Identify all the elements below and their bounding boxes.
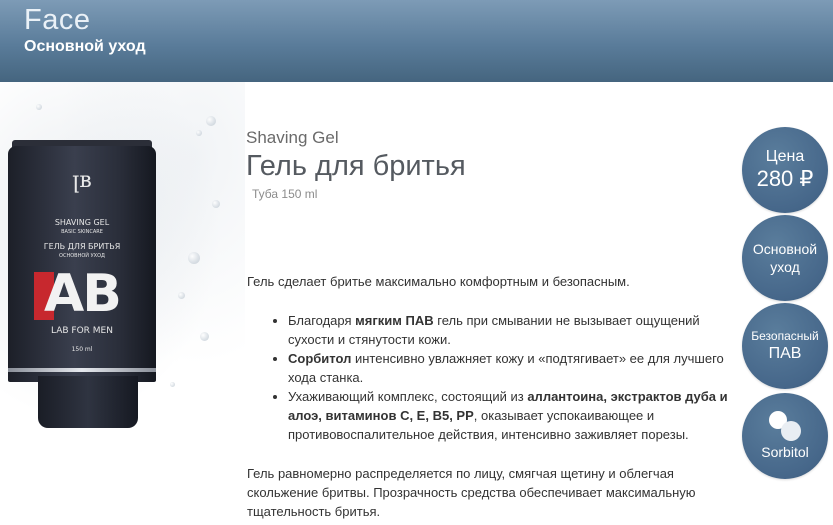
benefits-list: Благодаря мягким ПАВ гель при смывании н…	[272, 311, 728, 444]
category-subtitle: Основной уход	[24, 38, 146, 55]
tube-label-ru: ГЕЛЬ ДЛЯ БРИТЬЯ	[43, 242, 121, 251]
sorbitol-label: Sorbitol	[761, 444, 809, 460]
product-name-ru: Гель для бритья	[246, 150, 466, 182]
tube-logo-ab: AB	[44, 264, 122, 324]
water-drop	[200, 332, 209, 341]
product-volume: Туба 150 ml	[252, 187, 318, 201]
brand-logo-icon: ꞁʙ	[72, 168, 92, 193]
water-drop	[212, 200, 220, 208]
tube-neck	[38, 376, 138, 428]
water-drop	[178, 292, 185, 299]
tube-label-ru-sub: ОСНОВНОЙ УХОД	[59, 253, 105, 259]
product-name-en: Shaving Gel	[246, 128, 339, 147]
description-intro: Гель сделает бритье максимально комфортн…	[247, 274, 630, 289]
list-item: Благодаря мягким ПАВ гель при смывании н…	[288, 311, 728, 349]
product-image-tube: ꞁʙ SHAVING GEL BASIC SKINCARE ГЕЛЬ ДЛЯ Б…	[8, 140, 156, 450]
bubbles-icon	[765, 411, 805, 441]
tube-brand: LAB FOR MEN	[51, 326, 113, 336]
list-item: Ухаживающий комплекс, состоящий из аллан…	[288, 387, 728, 444]
tube-volume: 150 ml	[71, 346, 93, 353]
price-value: 280 ₽	[756, 166, 814, 191]
tube-label-en: SHAVING GEL	[54, 218, 110, 227]
page-header: Face Основной уход	[0, 0, 833, 82]
safe-surfactant-label-2: ПАВ	[768, 345, 802, 362]
safe-surfactant-badge: Безопасный ПАВ	[742, 303, 828, 389]
tube-silver-band	[8, 368, 156, 372]
water-drop	[170, 382, 175, 387]
sorbitol-badge: Sorbitol	[742, 393, 828, 479]
list-item: Сорбитол интенсивно увлажняет кожу и «по…	[288, 349, 728, 387]
price-label: Цена	[765, 148, 805, 165]
price-badge: Цена 280 ₽	[742, 127, 828, 213]
safe-surfactant-label: Безопасный	[751, 329, 819, 343]
tube-body: ꞁʙ SHAVING GEL BASIC SKINCARE ГЕЛЬ ДЛЯ Б…	[8, 146, 156, 382]
tube-label-en-sub: BASIC SKINCARE	[61, 229, 103, 235]
water-drop	[206, 116, 216, 126]
basic-care-badge: Основной уход	[742, 215, 828, 301]
water-drop	[36, 104, 42, 110]
water-drop	[188, 252, 200, 264]
basic-care-label: Основной уход	[752, 241, 818, 275]
category-title: Face	[24, 4, 91, 36]
water-drop	[196, 130, 202, 136]
description-outro: Гель равномерно распределяется по лицу, …	[247, 466, 696, 519]
